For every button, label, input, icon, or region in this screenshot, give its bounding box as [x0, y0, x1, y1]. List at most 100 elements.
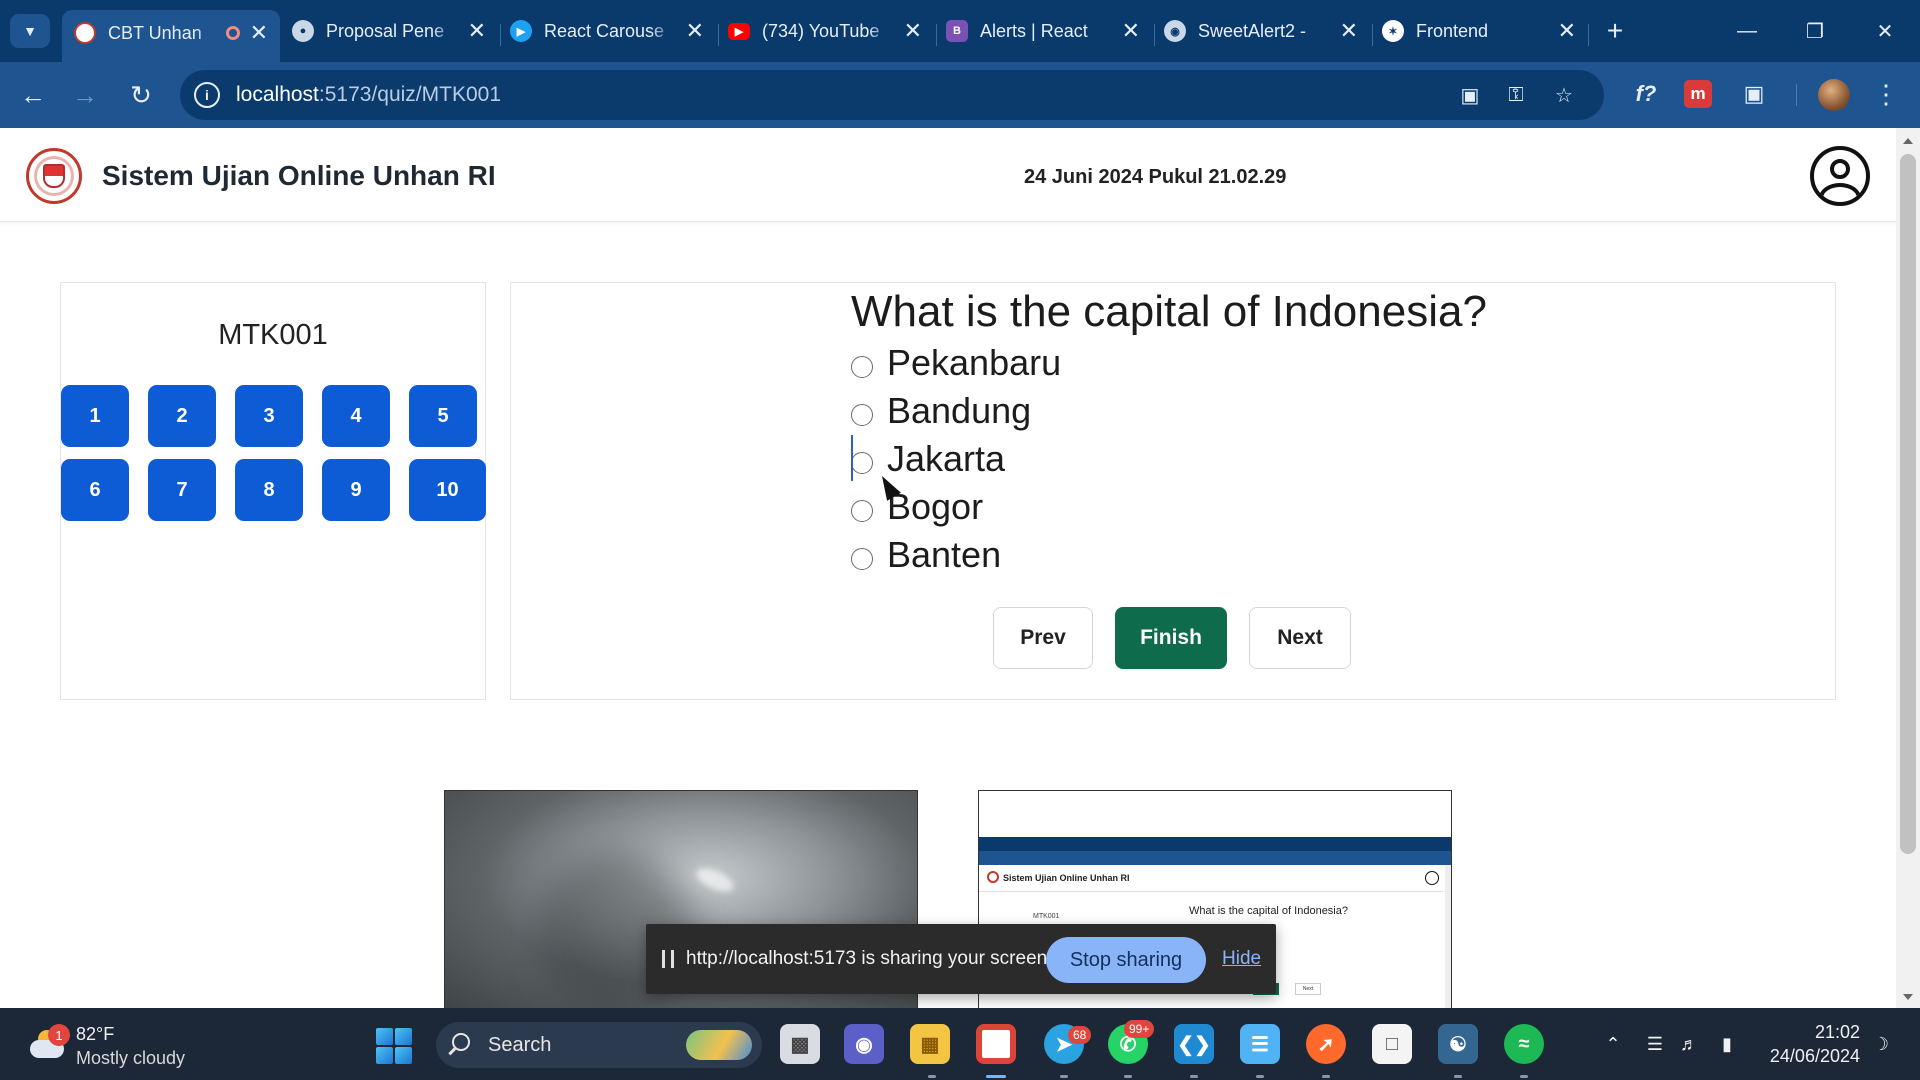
- tab-sweetalert[interactable]: ◉ SweetAlert2 - ✕: [1152, 12, 1370, 50]
- answer-option-banten[interactable]: Banten: [851, 533, 1001, 577]
- start-tile: [395, 1047, 412, 1064]
- app-indicator: [1190, 1075, 1198, 1078]
- postman-icon[interactable]: ➚: [1306, 1024, 1346, 1064]
- close-tab-icon[interactable]: ✕: [250, 20, 268, 46]
- wifi-icon[interactable]: ☰: [1642, 1032, 1668, 1056]
- tab-youtube[interactable]: ▶ (734) YouTube ✕: [716, 12, 934, 50]
- windows-taskbar: 1 82°F Mostly cloudy Search ▩ ◉ ▦ ➤ 68 ✆…: [0, 1008, 1920, 1080]
- weather-temperature[interactable]: 82°F: [76, 1024, 114, 1045]
- question-button-4[interactable]: 4: [322, 385, 390, 447]
- radio-button[interactable]: [851, 356, 873, 378]
- tab-react-carousel[interactable]: ▶ React Carouse ✕: [498, 12, 716, 50]
- close-tab-icon[interactable]: ✕: [468, 18, 486, 44]
- address-bar[interactable]: i localhost:5173/quiz/MTK001 ▣ ⚿ ☆: [180, 70, 1604, 120]
- preview-scrollbar: [1445, 865, 1451, 1009]
- site-info-icon[interactable]: i: [194, 82, 220, 108]
- windows-start-icon[interactable]: [376, 1028, 412, 1064]
- radio-button[interactable]: [851, 500, 873, 522]
- page-scrollbar[interactable]: [1896, 128, 1920, 1008]
- volume-icon[interactable]: ♬: [1676, 1032, 1702, 1056]
- question-button-6[interactable]: 6: [61, 459, 129, 521]
- scroll-down-icon[interactable]: [1903, 994, 1913, 1000]
- notepad-icon[interactable]: ☰: [1240, 1024, 1280, 1064]
- file-icon[interactable]: □: [1372, 1024, 1412, 1064]
- teams-chat-icon[interactable]: ◉: [844, 1024, 884, 1064]
- radio-button[interactable]: [851, 548, 873, 570]
- search-highlight-art: [686, 1030, 752, 1060]
- minimize-button[interactable]: —: [1724, 12, 1770, 50]
- chrome-icon[interactable]: [976, 1024, 1016, 1064]
- back-button[interactable]: ←: [14, 76, 52, 114]
- clock-time[interactable]: 21:02: [1760, 1022, 1860, 1043]
- answer-option-bandung[interactable]: Bandung: [851, 389, 1031, 433]
- url-text[interactable]: localhost:5173/quiz/MTK001: [236, 83, 501, 107]
- formula-extension-icon[interactable]: f?: [1628, 76, 1664, 112]
- postgresql-icon[interactable]: ☯: [1438, 1024, 1478, 1064]
- answer-option-jakarta[interactable]: Jakarta: [851, 437, 1005, 481]
- file-explorer-icon[interactable]: ▦: [910, 1024, 950, 1064]
- battery-icon[interactable]: ▮: [1714, 1032, 1740, 1056]
- option-label: Bogor: [887, 486, 984, 527]
- radio-button[interactable]: [851, 404, 873, 426]
- finish-button[interactable]: Finish: [1115, 607, 1227, 669]
- question-button-8[interactable]: 8: [235, 459, 303, 521]
- user-account-icon[interactable]: [1810, 146, 1870, 206]
- camera-icon[interactable]: ▣: [1456, 82, 1484, 108]
- tab-frontend[interactable]: ✶ Frontend ✕: [1370, 12, 1588, 50]
- drag-handle-icon[interactable]: [662, 950, 674, 968]
- bookmark-star-icon[interactable]: ☆: [1550, 82, 1578, 108]
- taskbar-search[interactable]: Search: [436, 1022, 762, 1068]
- app-indicator: [1322, 1075, 1330, 1078]
- close-tab-icon[interactable]: ✕: [1122, 18, 1140, 44]
- close-tab-icon[interactable]: ✕: [1558, 18, 1576, 44]
- search-placeholder: Search: [488, 1034, 552, 1056]
- weather-alert-badge: 1: [48, 1024, 70, 1046]
- password-key-icon[interactable]: ⚿: [1502, 82, 1530, 108]
- hide-link[interactable]: Hide: [1222, 948, 1261, 970]
- search-icon: [452, 1033, 470, 1051]
- browser-toolbar: ← → ↻ i localhost:5173/quiz/MTK001 ▣ ⚿ ☆…: [0, 62, 1920, 128]
- question-button-1[interactable]: 1: [61, 385, 129, 447]
- vscode-icon[interactable]: ❮❯: [1174, 1024, 1214, 1064]
- whatsapp-badge: 99+: [1124, 1020, 1155, 1038]
- close-tab-icon[interactable]: ✕: [686, 18, 704, 44]
- menu-kebab-icon[interactable]: ⋮: [1868, 76, 1904, 112]
- next-button[interactable]: Next: [1249, 607, 1351, 669]
- answer-option-bogor[interactable]: Bogor: [851, 485, 983, 529]
- tab-alerts[interactable]: B Alerts | React ✕: [934, 12, 1152, 50]
- weather-description[interactable]: Mostly cloudy: [76, 1048, 185, 1069]
- close-window-button[interactable]: ✕: [1862, 12, 1908, 50]
- tab-proposal[interactable]: ● Proposal Pene ✕: [280, 12, 498, 50]
- tab-search-button[interactable]: ▼: [10, 14, 50, 48]
- scrollbar-thumb[interactable]: [1900, 154, 1916, 854]
- moon-icon[interactable]: ☽: [1868, 1032, 1894, 1056]
- clock-date[interactable]: 24/06/2024: [1740, 1046, 1860, 1067]
- profile-avatar[interactable]: [1818, 79, 1850, 111]
- extensions-puzzle-icon[interactable]: ▣: [1736, 76, 1772, 112]
- mendeley-extension-icon[interactable]: m: [1684, 80, 1712, 108]
- question-button-10[interactable]: 10: [409, 459, 486, 521]
- stop-sharing-button[interactable]: Stop sharing: [1046, 937, 1206, 983]
- prev-button[interactable]: Prev: [993, 607, 1093, 669]
- close-tab-icon[interactable]: ✕: [1340, 18, 1358, 44]
- question-text: What is the capital of Indonesia?: [851, 287, 1487, 336]
- close-tab-icon[interactable]: ✕: [904, 18, 922, 44]
- question-button-2[interactable]: 2: [148, 385, 216, 447]
- scroll-up-icon[interactable]: [1903, 138, 1913, 144]
- spotify-icon[interactable]: ≈: [1504, 1024, 1544, 1064]
- question-button-7[interactable]: 7: [148, 459, 216, 521]
- radio-button[interactable]: [851, 452, 873, 474]
- answer-option-pekanbaru[interactable]: Pekanbaru: [851, 341, 1061, 385]
- question-button-3[interactable]: 3: [235, 385, 303, 447]
- question-button-5[interactable]: 5: [409, 385, 477, 447]
- new-tab-button[interactable]: +: [1598, 14, 1632, 48]
- question-button-9[interactable]: 9: [322, 459, 390, 521]
- chevron-up-icon[interactable]: ⌃: [1600, 1032, 1626, 1056]
- tab-cbt-unhan[interactable]: CBT Unhan ✕: [62, 10, 280, 62]
- forward-button[interactable]: →: [66, 76, 104, 114]
- unhan-favicon-icon: [74, 22, 96, 44]
- reload-button[interactable]: ↻: [122, 76, 160, 114]
- task-view-icon[interactable]: ▩: [780, 1024, 820, 1064]
- user-body: [1819, 183, 1861, 202]
- restore-button[interactable]: ❐: [1792, 12, 1838, 50]
